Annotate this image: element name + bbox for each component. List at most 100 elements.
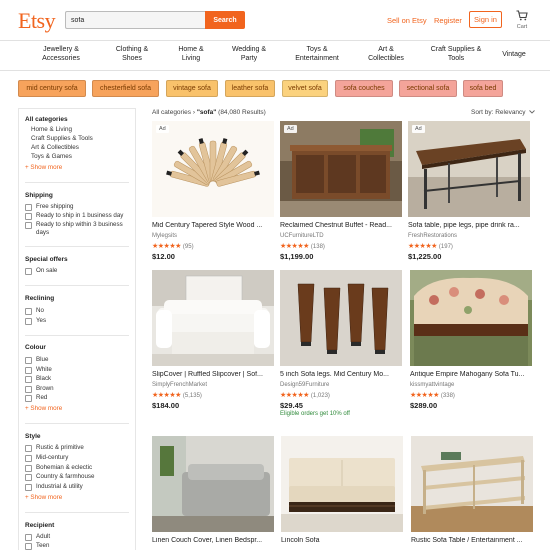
- sell-on-etsy-link[interactable]: Sell on Etsy: [387, 16, 427, 25]
- product-title[interactable]: SlipCover | Ruffled Slipcover | Sof...: [152, 371, 274, 378]
- product-image[interactable]: [410, 270, 532, 366]
- nav-clothing[interactable]: Clothing & Shoes: [110, 45, 154, 63]
- checkbox[interactable]: [25, 212, 32, 220]
- colour-red[interactable]: Red: [25, 394, 47, 402]
- product-image[interactable]: [280, 270, 402, 366]
- recipient-teen[interactable]: Teen: [25, 542, 49, 550]
- checkbox[interactable]: [25, 356, 32, 364]
- shop-name[interactable]: kissmyattvintage: [410, 382, 454, 388]
- style-bohemian[interactable]: Bohemian & eclectic: [25, 464, 92, 472]
- chip-sofa-couches[interactable]: sofa couches: [335, 80, 393, 97]
- shop-name[interactable]: Design59Furniture: [280, 382, 329, 388]
- shipping-1-day[interactable]: Ready to ship in 1 business day: [25, 212, 123, 220]
- checkbox[interactable]: [25, 444, 32, 452]
- checkbox[interactable]: [25, 464, 32, 472]
- shop-name[interactable]: SimplyFrenchMarket: [152, 382, 207, 388]
- product-image[interactable]: [411, 436, 533, 532]
- style-rustic[interactable]: Rustic & primitive: [25, 444, 84, 452]
- product-image[interactable]: [152, 436, 274, 532]
- product-image[interactable]: [152, 270, 274, 366]
- register-link[interactable]: Register: [434, 16, 462, 25]
- category-toys[interactable]: Toys & Games: [31, 153, 72, 160]
- product-title[interactable]: Mid Century Tapered Style Wood ...: [152, 222, 274, 229]
- checkbox[interactable]: [25, 542, 32, 550]
- product-title[interactable]: Antique Empire Mahogany Sofa Tu...: [410, 371, 532, 378]
- reclining-no[interactable]: No: [25, 307, 44, 315]
- shop-name[interactable]: FreshRestorations: [408, 233, 457, 239]
- checkbox[interactable]: [25, 375, 32, 383]
- style-mid-century[interactable]: Mid-century: [25, 454, 68, 462]
- product-title[interactable]: Linen Couch Cover, Linen Bedspr...: [152, 537, 274, 544]
- shipping-3-days[interactable]: Ready to ship within 3 business days: [25, 221, 131, 237]
- category-craft[interactable]: Craft Supplies & Tools: [31, 135, 93, 142]
- checkbox[interactable]: [25, 317, 32, 325]
- style-show-more[interactable]: + Show more: [25, 494, 62, 501]
- checkbox[interactable]: [25, 533, 32, 541]
- chip-sectional-sofa[interactable]: sectional sofa: [399, 80, 457, 97]
- product-image[interactable]: Ad: [152, 121, 274, 217]
- chip-velvet-sofa[interactable]: velvet sofa: [282, 80, 328, 97]
- recipient-adult[interactable]: Adult: [25, 533, 50, 541]
- checkbox[interactable]: [25, 483, 32, 491]
- breadcrumb-all-categories[interactable]: All categories: [152, 109, 191, 116]
- all-categories-title[interactable]: All categories: [25, 116, 68, 123]
- chip-mid-century-sofa[interactable]: mid century sofa: [18, 80, 86, 97]
- category-show-more[interactable]: + Show more: [25, 164, 62, 171]
- checkbox[interactable]: [25, 454, 32, 462]
- checkbox[interactable]: [25, 307, 32, 315]
- product-title[interactable]: Lincoln Sofa: [281, 537, 403, 544]
- product-image[interactable]: [281, 436, 403, 532]
- category-art[interactable]: Art & Collectibles: [31, 144, 79, 151]
- nav-vintage[interactable]: Vintage: [499, 50, 529, 59]
- sign-in-button[interactable]: Sign in: [469, 11, 502, 28]
- checkbox[interactable]: [25, 366, 32, 374]
- star-rating-icon: ★★★★★: [152, 243, 181, 250]
- etsy-logo[interactable]: Etsy: [18, 8, 56, 34]
- nav-jewellery[interactable]: Jewellery & Accessories: [38, 45, 84, 63]
- product-title[interactable]: Sofa table, pipe legs, pipe drink ra...: [408, 222, 530, 229]
- checkbox[interactable]: [25, 221, 32, 229]
- checkbox[interactable]: [25, 385, 32, 393]
- nav-art[interactable]: Art & Collectibles: [361, 45, 411, 63]
- style-industrial[interactable]: Industrial & utility: [25, 483, 83, 491]
- star-rating-icon: ★★★★★: [408, 243, 437, 250]
- results-count: (84,080 Results): [218, 109, 266, 116]
- search-input[interactable]: [65, 11, 206, 29]
- product-rating: ★★★★★ (5,135): [152, 391, 202, 399]
- sort-dropdown[interactable]: Sort by: Relevancy: [471, 109, 536, 116]
- product-image[interactable]: Ad: [280, 121, 402, 217]
- product-title[interactable]: Reclaimed Chestnut Buffet - Read...: [280, 222, 402, 229]
- shop-name[interactable]: Mylegsits: [152, 233, 177, 239]
- checkbox[interactable]: [25, 394, 32, 402]
- chip-leather-sofa[interactable]: leather sofa: [225, 80, 275, 97]
- shipping-title: Shipping: [25, 192, 53, 199]
- style-country[interactable]: Country & farmhouse: [25, 473, 94, 481]
- special-on-sale[interactable]: On sale: [25, 267, 57, 275]
- checkbox[interactable]: [25, 473, 32, 481]
- chip-sofa-bed[interactable]: sofa bed: [463, 80, 503, 97]
- product-title[interactable]: 5 inch Sofa legs. Mid Century Mo...: [280, 371, 402, 378]
- reclining-yes[interactable]: Yes: [25, 317, 46, 325]
- shop-name[interactable]: UCFurnitureLTD: [280, 233, 324, 239]
- search-button[interactable]: Search: [205, 11, 245, 29]
- cart-icon: [516, 10, 528, 21]
- chip-chesterfield-sofa[interactable]: chesterfield sofa: [92, 80, 159, 97]
- colour-black[interactable]: Black: [25, 375, 51, 383]
- shipping-free[interactable]: Free shipping: [25, 203, 74, 211]
- checkbox[interactable]: [25, 267, 32, 275]
- colour-white[interactable]: White: [25, 366, 52, 374]
- chip-vintage-sofa[interactable]: vintage sofa: [166, 80, 218, 97]
- reclining-title: Reclining: [25, 295, 55, 302]
- nav-wedding[interactable]: Wedding & Party: [226, 45, 272, 63]
- checkbox[interactable]: [25, 203, 32, 211]
- nav-toys[interactable]: Toys & Entertainment: [289, 45, 345, 63]
- cart-button[interactable]: Cart: [512, 10, 532, 30]
- nav-home[interactable]: Home & Living: [173, 45, 209, 63]
- colour-blue[interactable]: Blue: [25, 356, 48, 364]
- nav-craft[interactable]: Craft Supplies & Tools: [426, 45, 486, 63]
- category-home-living[interactable]: Home & Living: [31, 126, 72, 133]
- product-title[interactable]: Rustic Sofa Table / Entertainment ...: [411, 537, 533, 544]
- product-image[interactable]: Ad: [408, 121, 530, 217]
- colour-show-more[interactable]: + Show more: [25, 405, 62, 412]
- colour-brown[interactable]: Brown: [25, 385, 54, 393]
